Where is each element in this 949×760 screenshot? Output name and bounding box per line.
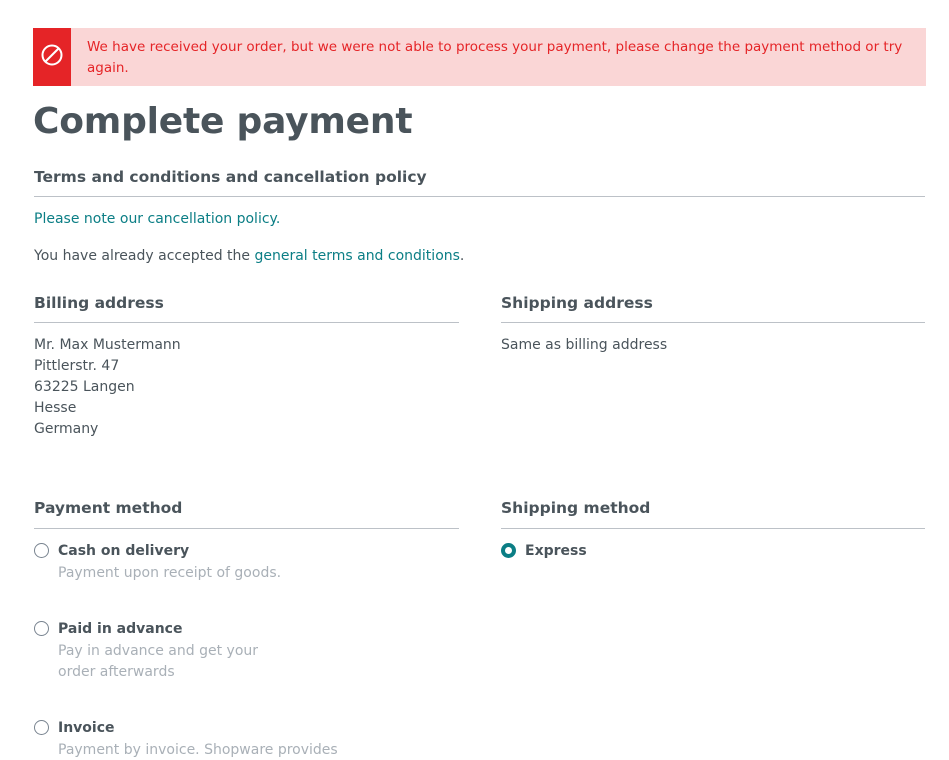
general-terms-link[interactable]: general terms and conditions: [254, 248, 459, 264]
checkout-page: We have received your order, but we were…: [0, 0, 949, 760]
billing-street: Pittlerstr. 47: [34, 358, 120, 374]
payment-option-description: Payment by invoice. Shopware provides: [58, 742, 338, 758]
alert-message: We have received your order, but we were…: [87, 39, 903, 76]
billing-state: Hesse: [34, 400, 77, 416]
shipping-address-title: Shipping address: [501, 294, 653, 312]
terms-accepted-suffix: .: [459, 248, 465, 264]
cancellation-policy-text: Please note our cancellation policy.: [34, 209, 280, 230]
billing-name: Mr. Max Mustermann: [34, 337, 181, 353]
terms-accepted-prefix: You have already accepted the: [34, 248, 255, 264]
terms-divider: [34, 196, 925, 197]
billing-address: Mr. Max Mustermann Pittlerstr. 47 63225 …: [34, 335, 181, 440]
alert-icon-container: [33, 28, 71, 86]
billing-country: Germany: [34, 421, 99, 437]
shipping-address-text: Same as billing address: [501, 337, 668, 353]
payment-option-label: Paid in advance: [58, 621, 183, 637]
payment-radio-paid-in-advance[interactable]: [34, 621, 49, 636]
shipping-address-divider: [501, 322, 925, 323]
payment-radio-invoice[interactable]: [34, 720, 49, 735]
payment-option-label: Invoice: [58, 720, 115, 736]
payment-option-paid-in-advance[interactable]: Paid in advance Pay in advance and get y…: [34, 621, 298, 683]
billing-divider: [34, 322, 459, 323]
blocked-icon: [40, 43, 64, 71]
cancellation-policy-link[interactable]: Please note our cancellation policy.: [34, 211, 280, 227]
shipping-method-title: Shipping method: [501, 499, 651, 517]
terms-accepted-text: You have already accepted the general te…: [34, 246, 464, 267]
payment-option-cash-on-delivery[interactable]: Cash on delivery Payment upon receipt of…: [34, 543, 328, 584]
payment-option-label: Cash on delivery: [58, 543, 190, 559]
page-title: Complete payment: [33, 101, 413, 142]
payment-radio-cash-on-delivery[interactable]: [34, 543, 49, 558]
payment-error-alert: We have received your order, but we were…: [33, 28, 926, 86]
payment-method-title: Payment method: [34, 499, 183, 517]
payment-option-description: Payment upon receipt of goods.: [58, 565, 282, 581]
payment-option-invoice[interactable]: Invoice Payment by invoice. Shopware pro…: [34, 720, 348, 760]
shipping-method-divider: [501, 528, 925, 529]
payment-divider: [34, 528, 459, 529]
shipping-radio-express[interactable]: [501, 543, 516, 558]
shipping-option-express[interactable]: Express: [501, 543, 587, 560]
shipping-option-label: Express: [525, 543, 587, 559]
billing-city: 63225 Langen: [34, 379, 135, 395]
billing-address-title: Billing address: [34, 294, 164, 312]
payment-option-description: Pay in advance and get your order afterw…: [58, 643, 259, 680]
terms-title: Terms and conditions and cancellation po…: [34, 168, 427, 186]
